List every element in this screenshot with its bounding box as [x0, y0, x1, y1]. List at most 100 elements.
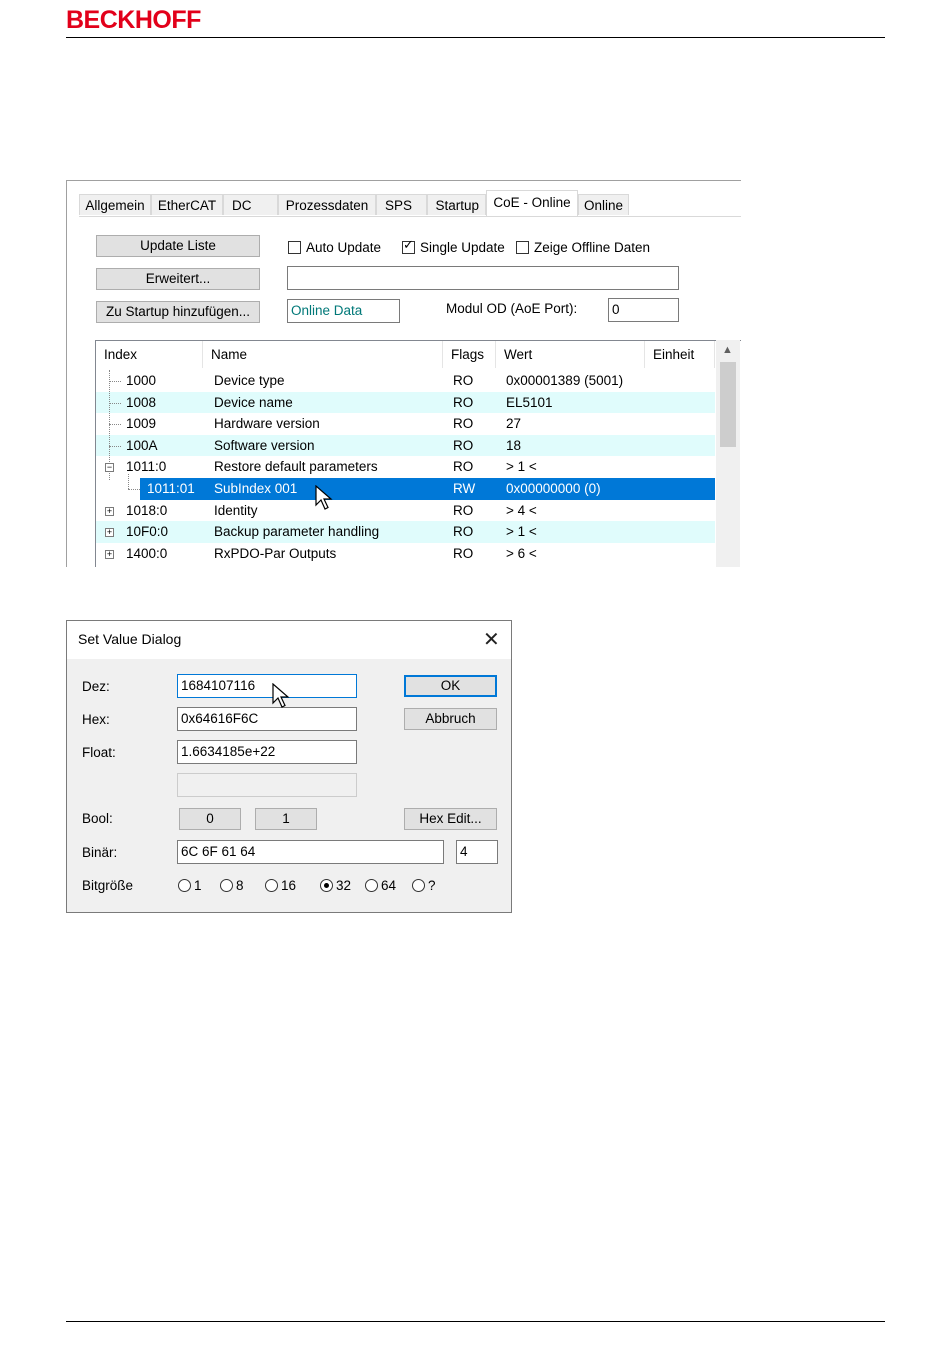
dez-input[interactable]: 1684107116 [177, 674, 357, 698]
bool-1-button[interactable]: 1 [255, 808, 317, 830]
table-row[interactable]: 1018:0 Identity RO > 4 < [96, 500, 715, 522]
radio-label: 1 [194, 878, 202, 893]
scroll-thumb[interactable] [720, 362, 736, 447]
col-header-name[interactable]: Name [203, 341, 443, 368]
row-name: Device name [214, 394, 293, 410]
row-flags: RO [453, 524, 474, 540]
row-index: 10F0:0 [126, 524, 169, 540]
table-scrollbar[interactable]: ▲ [716, 340, 740, 567]
scroll-up-icon[interactable]: ▲ [722, 344, 733, 356]
row-flags: RW [453, 481, 476, 496]
coe-online-panel: Allgemein EtherCAT DC Prozessdaten SPS S… [66, 180, 741, 567]
offline-data-label: Zeige Offline Daten [534, 240, 651, 255]
bitsize-radio-8[interactable]: 8 [220, 878, 244, 894]
tree-line [109, 424, 121, 425]
bool-0-button[interactable]: 0 [179, 808, 241, 830]
table-row[interactable]: 10F0:0 Backup parameter handling RO > 1 … [96, 521, 715, 543]
expand-icon[interactable]: + [105, 507, 114, 516]
bool-label: Bool: [82, 811, 113, 826]
row-flags: RO [453, 416, 474, 432]
row-index: 1018:0 [126, 502, 168, 518]
binary-label: Binär: [82, 845, 118, 860]
expand-icon[interactable]: + [105, 528, 114, 537]
table-row[interactable]: 1009 Hardware version RO 27 [96, 413, 715, 435]
mouse-cursor-icon [272, 683, 290, 708]
tab-prozessdaten[interactable]: Prozessdaten [278, 194, 376, 215]
offline-data-checkbox[interactable]: Zeige Offline Daten [516, 239, 650, 257]
row-index: 1009 [126, 416, 157, 432]
binary-length-input[interactable]: 4 [456, 840, 498, 864]
single-update-checkbox[interactable]: ✓ Single Update [402, 238, 505, 257]
tab-sps[interactable]: SPS [376, 194, 427, 215]
ok-button[interactable]: OK [404, 675, 497, 697]
bitsize-radio-64[interactable]: 64 [365, 878, 396, 894]
tab-ethercat[interactable]: EtherCAT [151, 194, 223, 215]
radio-label: 64 [381, 878, 397, 893]
row-value: 18 [506, 437, 522, 453]
bitsize-radio-32[interactable]: 32 [320, 878, 351, 894]
checkbox-box: ✓ [402, 238, 415, 254]
float-label: Float: [82, 745, 116, 760]
radio-circle [265, 879, 278, 892]
table-row-selected[interactable]: 1011:01 SubIndex 001 RW 0x00000000 (0) [140, 478, 715, 500]
tab-allgemein[interactable]: Allgemein [79, 194, 151, 215]
extended-button[interactable]: Erweitert... [96, 268, 260, 290]
close-icon[interactable]: ✕ [483, 627, 500, 652]
table-row[interactable]: 100A Software version RO 18 [96, 434, 715, 457]
expand-icon[interactable]: + [105, 550, 114, 559]
col-header-unit[interactable]: Einheit [645, 341, 715, 368]
row-name: Software version [214, 437, 315, 453]
row-flags: RO [453, 459, 474, 475]
checkbox-box [288, 241, 301, 254]
hex-input[interactable]: 0x64616F6C [177, 707, 357, 731]
auto-update-label: Auto Update [306, 240, 382, 255]
coe-object-table: Index Name Flags Wert Einheit 1000 Devic… [95, 340, 741, 567]
tab-startup[interactable]: Startup [427, 194, 486, 215]
tab-online[interactable]: Online [578, 194, 629, 215]
radio-label: 32 [336, 878, 352, 893]
hex-label: Hex: [82, 712, 110, 727]
tab-coe-online[interactable]: CoE - Online [486, 190, 578, 216]
col-header-index[interactable]: Index [96, 341, 203, 368]
table-row[interactable]: 1011:0 Restore default parameters RO > 1… [96, 456, 715, 478]
binary-input[interactable]: 6C 6F 61 64 [177, 840, 444, 864]
collapse-icon[interactable]: − [105, 463, 114, 472]
header-rule [66, 37, 885, 38]
add-to-startup-button[interactable]: Zu Startup hinzufügen... [96, 301, 260, 323]
module-od-label: Modul OD (AoE Port): [446, 301, 578, 316]
table-row[interactable]: 1000 Device type RO 0x00001389 (5001) [96, 370, 715, 392]
auto-update-checkbox[interactable]: Auto Update [288, 239, 381, 257]
checkbox-box [516, 241, 529, 254]
row-value: > 6 < [506, 545, 537, 561]
row-flags: RO [453, 545, 474, 561]
radio-label: ? [428, 878, 436, 893]
table-row[interactable]: 1008 Device name RO EL5101 [96, 391, 715, 414]
row-index: 1011:01 [147, 481, 195, 496]
row-index: 1000 [126, 373, 157, 388]
row-value: 0x00001389 (5001) [506, 373, 624, 388]
module-od-input[interactable]: 0 [608, 298, 679, 322]
row-flags: RO [453, 502, 474, 518]
bitsize-radio-16[interactable]: 16 [265, 878, 296, 894]
set-value-dialog: Set Value Dialog ✕ Dez: 1684107116 Hex: … [66, 620, 512, 913]
radio-circle [365, 879, 378, 892]
bitsize-radio-1[interactable]: 1 [178, 878, 202, 894]
row-value: 0x00000000 (0) [506, 481, 601, 496]
radio-circle [412, 879, 425, 892]
filter-input[interactable] [287, 266, 679, 290]
col-header-flags[interactable]: Flags [443, 341, 496, 368]
row-name: Identity [214, 502, 258, 518]
bitsize-radio-auto[interactable]: ? [412, 878, 436, 894]
cancel-button[interactable]: Abbruch [404, 708, 497, 730]
table-row[interactable]: 1400:0 RxPDO-Par Outputs RO > 6 < [96, 543, 715, 565]
update-list-button[interactable]: Update Liste [96, 235, 260, 257]
hex-edit-button[interactable]: Hex Edit... [404, 808, 497, 830]
row-index: 1400:0 [126, 545, 168, 561]
row-flags: RO [453, 437, 474, 453]
float-input[interactable]: 1.6634185e+22 [177, 740, 357, 764]
radio-circle [178, 879, 191, 892]
tab-dc[interactable]: DC [223, 194, 278, 215]
col-header-value[interactable]: Wert [496, 341, 645, 368]
dez-label: Dez: [82, 679, 110, 694]
tab-underline [79, 216, 741, 217]
